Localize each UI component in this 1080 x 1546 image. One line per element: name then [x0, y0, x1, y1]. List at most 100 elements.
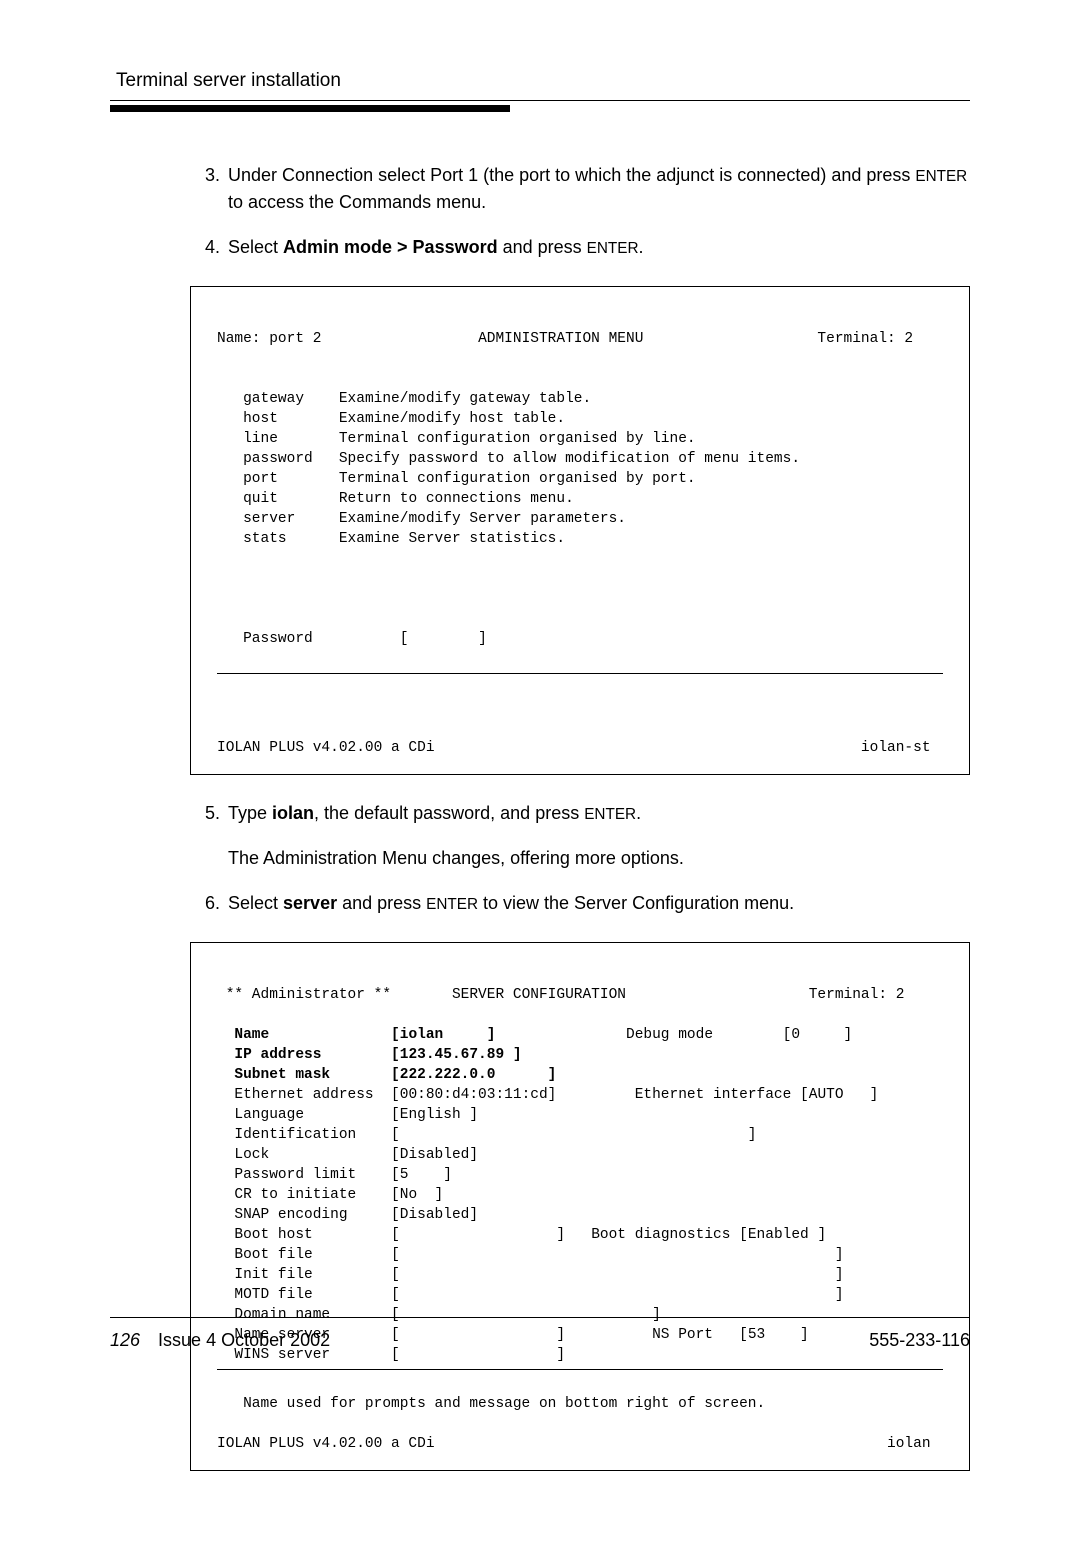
label: Name: [234, 1027, 269, 1043]
enter-key: ENTER: [915, 168, 967, 185]
cmd: password: [243, 451, 313, 467]
step-3: 3. Under Connection select Port 1 (the p…: [200, 162, 970, 216]
header-rule: [110, 100, 970, 101]
label: Init file: [234, 1267, 312, 1283]
step-number: 6.: [200, 890, 228, 917]
step-text: Type iolan, the default password, and pr…: [228, 800, 641, 827]
text: and press: [498, 237, 587, 257]
config-row: Language [English ]: [217, 1107, 478, 1123]
menu-item: gateway Examine/modify gateway table.: [217, 391, 591, 407]
label: Password limit: [234, 1167, 356, 1183]
label: SNAP encoding: [234, 1207, 347, 1223]
cmd: line: [243, 431, 313, 447]
enter-key: ENTER: [426, 896, 478, 913]
text: Type: [228, 803, 272, 823]
menu-item: stats Examine Server statistics.: [217, 531, 565, 547]
label: Ethernet address: [234, 1087, 373, 1103]
label: Boot host: [234, 1227, 312, 1243]
config-row: Ethernet address [00:80:d4:03:11:cd] Eth…: [217, 1087, 878, 1103]
term-title: ADMINISTRATION MENU: [478, 331, 643, 347]
text: to access the Commands menu.: [228, 192, 486, 212]
content-area: 3. Under Connection select Port 1 (the p…: [110, 112, 970, 1471]
value: [Disabled]: [391, 1207, 478, 1223]
label2: Ethernet interface: [635, 1087, 792, 1103]
value2: [Enabled ]: [739, 1227, 826, 1243]
config-row: Boot host [ ] Boot diagnostics [Enabled …: [217, 1227, 826, 1243]
desc: Examine/modify Server parameters.: [339, 511, 626, 527]
issue-info: Issue 4 October 2002: [158, 1330, 330, 1351]
value: [Disabled]: [391, 1147, 478, 1163]
text: Name used for prompts and message on bot…: [243, 1396, 765, 1412]
value: [00:80:d4:03:11:cd]: [391, 1087, 556, 1103]
footer-left: IOLAN PLUS v4.02.00 a CDi: [217, 1436, 435, 1452]
text: and press: [337, 893, 426, 913]
menu-item: password Specify password to allow modif…: [217, 451, 800, 467]
step-6: 6. Select server and press ENTER to view…: [200, 890, 970, 917]
cmd: port: [243, 471, 313, 487]
menu-item: server Examine/modify Server parameters.: [217, 511, 626, 527]
document-page: Terminal server installation 3. Under Co…: [0, 0, 1080, 1546]
terminal-rule: [217, 1369, 943, 1370]
step-4: 4. Select Admin mode > Password and pres…: [200, 234, 970, 261]
enter-key: ENTER: [584, 806, 636, 823]
term-left: ** Administrator **: [226, 987, 391, 1003]
value: [iolan ]: [391, 1027, 495, 1043]
config-row: Identification [ ]: [217, 1127, 757, 1143]
page-header-title: Terminal server installation: [110, 70, 970, 92]
value: [ ]: [391, 1227, 565, 1243]
step-text: Under Connection select Port 1 (the port…: [228, 162, 970, 216]
value: [No ]: [391, 1187, 443, 1203]
terminal-rule: [217, 673, 943, 674]
value: [123.45.67.89 ]: [391, 1047, 522, 1063]
desc: Return to connections menu.: [339, 491, 574, 507]
text: Under Connection select Port 1 (the port…: [228, 165, 915, 185]
value: [222.222.0.0 ]: [391, 1067, 556, 1083]
terminal-header: ** Administrator ** SERVER CONFIGURATION…: [217, 987, 904, 1003]
menu-item: host Examine/modify host table.: [217, 411, 565, 427]
desc: Terminal configuration organised by port…: [339, 471, 696, 487]
desc: Examine/modify host table.: [339, 411, 565, 427]
text: Select: [228, 893, 283, 913]
step-number: 4.: [200, 234, 228, 261]
bold-text: iolan: [272, 803, 314, 823]
text: .: [639, 237, 644, 257]
doc-number: 555-233-116: [869, 1330, 970, 1351]
footer-left: IOLAN PLUS v4.02.00 a CDi: [217, 740, 435, 756]
footer-right: iolan-st: [861, 740, 931, 756]
label2: Debug mode: [626, 1027, 713, 1043]
label: Language: [234, 1107, 304, 1123]
config-row: Password limit [5 ]: [217, 1167, 452, 1183]
config-row: CR to initiate [No ]: [217, 1187, 443, 1203]
menu-item: quit Return to connections menu.: [217, 491, 574, 507]
label: Lock: [234, 1147, 269, 1163]
value: [5 ]: [391, 1167, 452, 1183]
label: Identification: [234, 1127, 356, 1143]
label: Boot file: [234, 1247, 312, 1263]
desc: Examine Server statistics.: [339, 531, 565, 547]
config-row: MOTD file [ ]: [217, 1287, 844, 1303]
label: Password: [243, 631, 313, 647]
term-title: SERVER CONFIGURATION: [452, 987, 626, 1003]
terminal-footer: IOLAN PLUS v4.02.00 a CDi iolan: [217, 1436, 931, 1452]
config-row: Name [iolan ] Debug mode [0 ]: [217, 1027, 852, 1043]
value: [English ]: [391, 1107, 478, 1123]
value: [ ]: [391, 1247, 843, 1263]
enter-key: ENTER: [587, 240, 639, 257]
cmd: host: [243, 411, 313, 427]
menu-item: line Terminal configuration organised by…: [217, 431, 696, 447]
step-5-sub: The Administration Menu changes, offerin…: [200, 845, 970, 872]
desc: Examine/modify gateway table.: [339, 391, 591, 407]
text: to view the Server Configuration menu.: [478, 893, 794, 913]
config-row: Boot file [ ]: [217, 1247, 844, 1263]
text: , the default password, and press: [314, 803, 584, 823]
help-text: Name used for prompts and message on bot…: [217, 1396, 765, 1412]
value: [ ]: [391, 1127, 756, 1143]
config-row: Init file [ ]: [217, 1267, 844, 1283]
value: [ ]: [391, 1287, 843, 1303]
label: MOTD file: [234, 1287, 312, 1303]
text: Select: [228, 237, 283, 257]
desc: Specify password to allow modification o…: [339, 451, 800, 467]
password-prompt: Password [ ]: [217, 631, 487, 647]
desc: Terminal configuration organised by line…: [339, 431, 696, 447]
bold-text: Admin mode > Password: [283, 237, 498, 257]
